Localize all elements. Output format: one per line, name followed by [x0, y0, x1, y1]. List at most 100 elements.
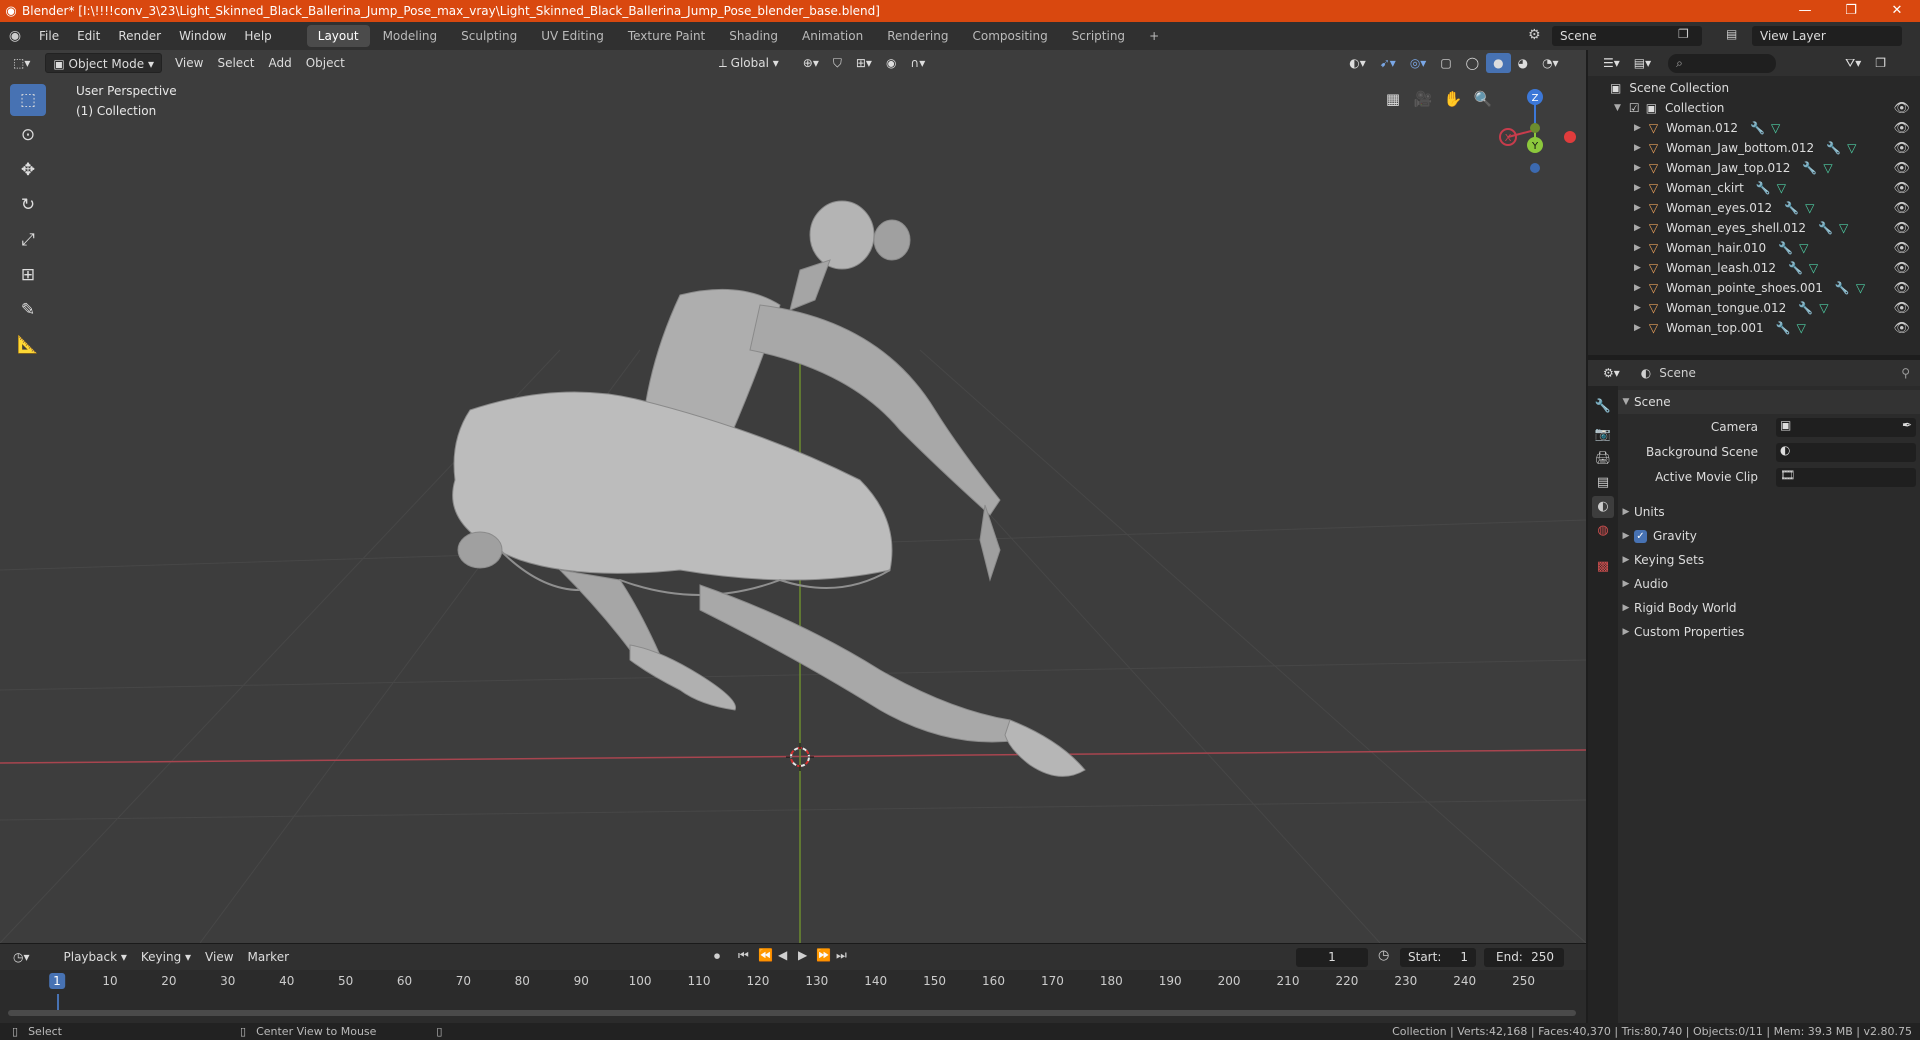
- audio-panel[interactable]: ▶ Audio: [1618, 572, 1920, 596]
- menu-keying[interactable]: Keying ▾: [134, 947, 198, 967]
- outliner-object-row[interactable]: ▶ ▽ Woman_eyes_shell.012 🔧 ▽ 👁: [1588, 218, 1920, 238]
- mesh-data-icon[interactable]: ▽: [1805, 201, 1814, 215]
- expand-triangle-icon[interactable]: ▶: [1634, 223, 1641, 233]
- expand-triangle-icon[interactable]: ▶: [1634, 303, 1641, 313]
- menu-help[interactable]: Help: [235, 22, 280, 50]
- modifier-icon[interactable]: 🔧: [1750, 121, 1765, 135]
- modifier-icon[interactable]: 🔧: [1802, 161, 1817, 175]
- visibility-eye-icon[interactable]: 👁: [1893, 181, 1910, 196]
- mesh-data-icon[interactable]: ▽: [1856, 281, 1865, 295]
- ballerina-model[interactable]: [452, 200, 1086, 777]
- mesh-data-icon[interactable]: ▽: [1809, 261, 1818, 275]
- mode-dropdown[interactable]: ▣ Object Mode ▾: [45, 53, 162, 73]
- view-layer-selector[interactable]: View Layer: [1752, 26, 1902, 46]
- move-tool-icon[interactable]: ✥: [10, 154, 46, 186]
- visibility-eye-icon[interactable]: 👁: [1893, 221, 1910, 236]
- mesh-data-icon[interactable]: ▽: [1819, 301, 1828, 315]
- solid-shading-icon[interactable]: ●: [1486, 53, 1511, 73]
- render-tab-icon[interactable]: 📷: [1592, 424, 1614, 446]
- tab-uv-editing[interactable]: UV Editing: [530, 25, 615, 47]
- tab-rendering[interactable]: Rendering: [876, 25, 959, 47]
- visibility-eye-icon[interactable]: 👁: [1893, 241, 1910, 256]
- menu-window[interactable]: Window: [170, 22, 235, 50]
- collection-checkbox[interactable]: ☑: [1629, 101, 1640, 115]
- menu-view[interactable]: View: [168, 53, 210, 73]
- navigation-gizmo[interactable]: Z Y X: [1490, 85, 1580, 175]
- expand-triangle-icon[interactable]: ▶: [1634, 283, 1641, 293]
- texture-tab-icon[interactable]: ▩: [1592, 556, 1614, 578]
- play-icon[interactable]: ▶: [798, 948, 807, 962]
- next-keyframe-icon[interactable]: ⏩: [816, 948, 831, 962]
- mesh-data-icon[interactable]: ▽: [1823, 161, 1832, 175]
- outliner-object-row[interactable]: ▶ ▽ Woman_pointe_shoes.001 🔧 ▽ 👁: [1588, 278, 1920, 298]
- outliner-search-input[interactable]: ⌕: [1668, 53, 1777, 73]
- expand-triangle-icon[interactable]: ▶: [1634, 203, 1641, 213]
- falloff-icon[interactable]: ∩▾: [903, 53, 932, 73]
- timeline-ruler[interactable]: 1 10 20 30 40 50 60 70 80 90 100 110 120 130 140 150 160…: [0, 972, 1586, 994]
- measure-tool-icon[interactable]: 📐: [10, 329, 46, 361]
- rendered-shading-icon[interactable]: ◔▾: [1535, 53, 1566, 73]
- outliner-object-row[interactable]: ▶ ▽ Woman_top.001 🔧 ▽ 👁: [1588, 318, 1920, 338]
- current-frame-field[interactable]: 1: [1296, 948, 1368, 967]
- tab-shading[interactable]: Shading: [718, 25, 789, 47]
- background-scene-field[interactable]: ◐: [1776, 442, 1916, 462]
- select-box-tool-icon[interactable]: ⬚: [10, 84, 46, 116]
- rotate-tool-icon[interactable]: ↻: [10, 189, 46, 221]
- mesh-data-icon[interactable]: ▽: [1799, 241, 1808, 255]
- custom-properties-panel[interactable]: ▶ Custom Properties: [1618, 620, 1920, 644]
- outliner-object-row[interactable]: ▶ ▽ Woman_leash.012 🔧 ▽ 👁: [1588, 258, 1920, 278]
- new-collection-icon[interactable]: ❐: [1868, 53, 1893, 73]
- outliner-object-row[interactable]: ▶ ▽ Woman_ckirt 🔧 ▽ 👁: [1588, 178, 1920, 198]
- outliner-object-row[interactable]: ▶ ▽ Woman_Jaw_bottom.012 🔧 ▽ 👁: [1588, 138, 1920, 158]
- pin-icon[interactable]: ⚲: [1901, 366, 1910, 380]
- mesh-data-icon[interactable]: ▽: [1847, 141, 1856, 155]
- outliner-object-row[interactable]: ▶ ▽ Woman_Jaw_top.012 🔧 ▽ 👁: [1588, 158, 1920, 178]
- snap-icon[interactable]: ⛉: [826, 53, 849, 73]
- tab-animation[interactable]: Animation: [791, 25, 874, 47]
- close-button[interactable]: ✕: [1874, 0, 1920, 22]
- jump-start-icon[interactable]: ⏮: [738, 948, 749, 963]
- preview-range-icon[interactable]: ◷: [1378, 948, 1389, 963]
- visibility-eye-icon[interactable]: 👁: [1893, 161, 1910, 176]
- modifier-icon[interactable]: 🔧: [1798, 301, 1813, 315]
- visibility-icon[interactable]: ◐▾: [1342, 53, 1373, 73]
- visibility-eye-icon[interactable]: 👁: [1893, 261, 1910, 276]
- visibility-eye-icon[interactable]: 👁: [1893, 321, 1910, 336]
- output-tab-icon[interactable]: 🖨: [1592, 448, 1614, 470]
- modifier-icon[interactable]: 🔧: [1788, 261, 1803, 275]
- timeline-editor-type-icon[interactable]: ◷▾: [6, 947, 37, 967]
- world-tab-icon[interactable]: ◍: [1592, 520, 1614, 542]
- menu-timeline-view[interactable]: View: [198, 947, 240, 967]
- outliner-object-row[interactable]: ▶ ▽ Woman_tongue.012 🔧 ▽ 👁: [1588, 298, 1920, 318]
- start-frame-field[interactable]: Start: 1: [1400, 948, 1476, 967]
- modifier-icon[interactable]: 🔧: [1818, 221, 1833, 235]
- view-layer-tab-icon[interactable]: ▤: [1592, 472, 1614, 494]
- outliner-object-row[interactable]: ▶ ▽ Woman.012 🔧 ▽ 👁: [1588, 118, 1920, 138]
- expand-triangle-icon[interactable]: ▶: [1634, 243, 1641, 253]
- modifier-icon[interactable]: 🔧: [1778, 241, 1793, 255]
- camera-field[interactable]: ▣ ✒: [1776, 417, 1916, 437]
- toggle-grid-view-icon[interactable]: ▦: [1380, 86, 1406, 112]
- keying-sets-panel[interactable]: ▶ Keying Sets: [1618, 548, 1920, 572]
- visibility-eye-icon[interactable]: 👁: [1893, 141, 1910, 156]
- outliner-panel[interactable]: ☰▾ ▤▾ ⌕ ⛛▾ ❐ ▣ Scene Collection ▼ ☑ ▣ Collect…: [1588, 50, 1920, 355]
- menu-file[interactable]: File: [30, 22, 68, 50]
- gravity-panel[interactable]: ▶ ✓ Gravity: [1618, 524, 1920, 548]
- units-panel[interactable]: ▶ Units: [1618, 500, 1920, 524]
- prev-keyframe-icon[interactable]: ⏪: [758, 948, 773, 962]
- visibility-eye-icon[interactable]: 👁: [1893, 101, 1910, 116]
- play-reverse-icon[interactable]: ◀: [778, 948, 787, 962]
- record-button-icon[interactable]: ⏺: [714, 949, 720, 964]
- menu-select[interactable]: Select: [210, 53, 261, 73]
- modifier-icon[interactable]: 🔧: [1784, 201, 1799, 215]
- mesh-data-icon[interactable]: ▽: [1797, 321, 1806, 335]
- rigid-body-world-panel[interactable]: ▶ Rigid Body World: [1618, 596, 1920, 620]
- expand-triangle-icon[interactable]: ▶: [1634, 183, 1641, 193]
- gizmo-toggle-icon[interactable]: ➹▾: [1373, 53, 1403, 73]
- outliner-collection[interactable]: ▼ ☑ ▣ Collection 👁: [1588, 98, 1920, 118]
- restore-button[interactable]: ❐: [1828, 0, 1874, 22]
- modifier-icon[interactable]: 🔧: [1776, 321, 1791, 335]
- pivot-point-icon[interactable]: ⊕▾: [796, 53, 826, 73]
- modifier-icon[interactable]: 🔧: [1835, 281, 1850, 295]
- expand-triangle-icon[interactable]: ▶: [1634, 323, 1641, 333]
